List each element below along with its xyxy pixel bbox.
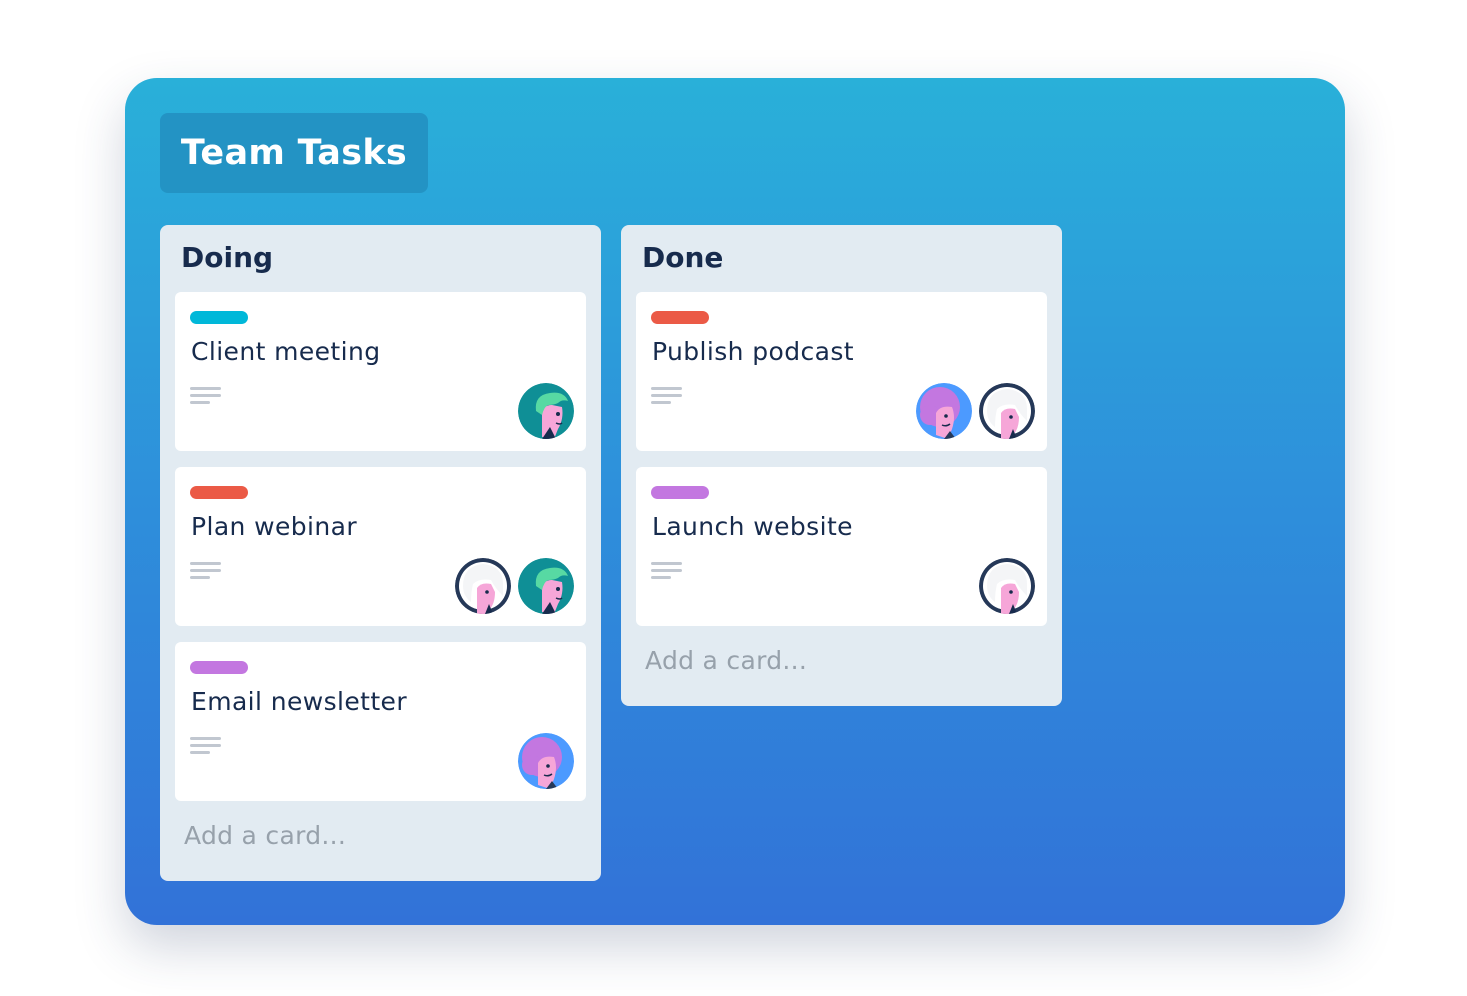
card[interactable]: Launch website <box>636 467 1047 626</box>
card[interactable]: Client meeting <box>175 292 586 451</box>
description-icon <box>190 737 222 757</box>
description-icon <box>190 562 222 582</box>
card-title: Plan webinar <box>191 512 358 541</box>
avatar-purple-hair-icon[interactable] <box>916 383 972 439</box>
card[interactable]: Email newsletter <box>175 642 586 801</box>
card-label <box>651 486 709 499</box>
card-title: Launch website <box>652 512 853 541</box>
list-title[interactable]: Done <box>642 241 723 274</box>
card-label <box>190 661 248 674</box>
card-title: Email newsletter <box>191 687 407 716</box>
avatar-purple-hair-icon[interactable] <box>518 733 574 789</box>
avatar-white-hair-icon[interactable] <box>979 558 1035 614</box>
description-icon <box>651 387 683 407</box>
card-label <box>190 486 248 499</box>
card-title: Publish podcast <box>652 337 854 366</box>
description-icon <box>651 562 683 582</box>
board: Team Tasks Doing Client meeting Plan web… <box>125 78 1345 925</box>
card-title: Client meeting <box>191 337 381 366</box>
card-label <box>190 311 248 324</box>
add-card-button[interactable]: Add a card... <box>645 646 807 675</box>
avatar-white-hair-icon[interactable] <box>979 383 1035 439</box>
add-card-button[interactable]: Add a card... <box>184 821 346 850</box>
card[interactable]: Plan webinar <box>175 467 586 626</box>
list-title[interactable]: Doing <box>181 241 273 274</box>
avatar-white-hair-icon[interactable] <box>455 558 511 614</box>
card-label <box>651 311 709 324</box>
description-icon <box>190 387 222 407</box>
list-done: Done Publish podcast Launch website Add … <box>621 225 1062 706</box>
avatar-green-hair-icon[interactable] <box>518 558 574 614</box>
avatar-green-hair-icon[interactable] <box>518 383 574 439</box>
list-doing: Doing Client meeting Plan webinar Email … <box>160 225 601 881</box>
board-title[interactable]: Team Tasks <box>160 113 428 193</box>
card[interactable]: Publish podcast <box>636 292 1047 451</box>
